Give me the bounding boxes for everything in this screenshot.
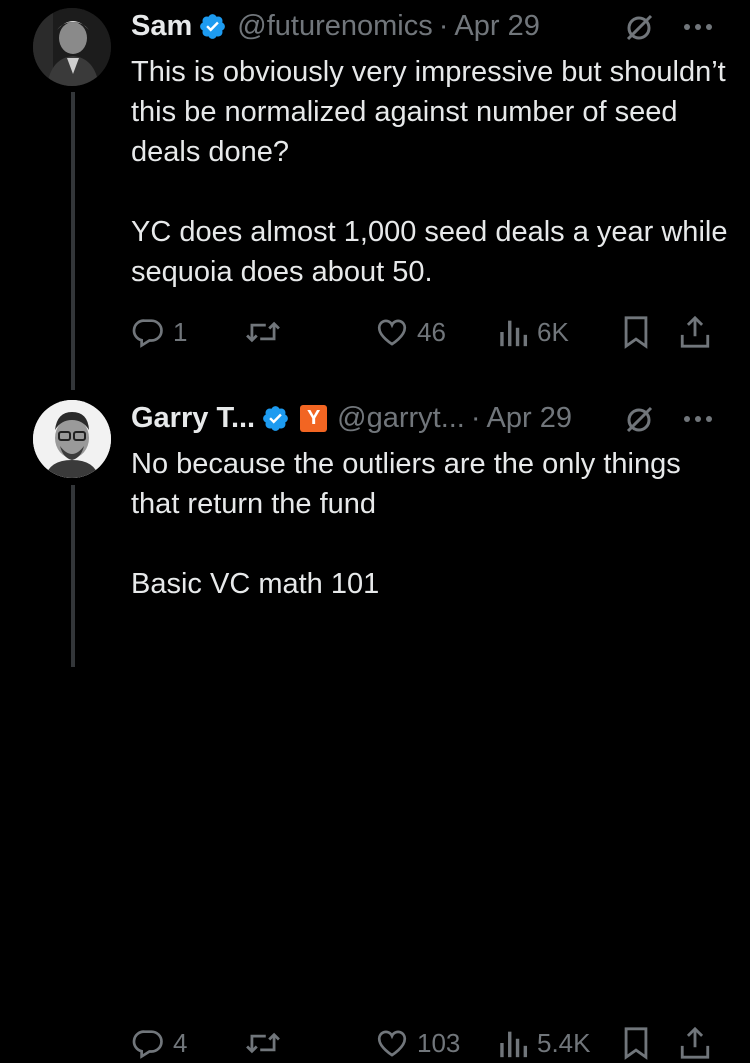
views-icon: [497, 1026, 529, 1060]
reply-count: 1: [173, 316, 188, 347]
like-button[interactable]: 103: [375, 1023, 460, 1063]
reply-icon: [131, 315, 165, 349]
thread-line: [71, 485, 75, 667]
view-count: 5.4K: [537, 1027, 591, 1058]
grok-icon[interactable]: [624, 13, 654, 43]
views-button[interactable]: 6K: [497, 312, 569, 352]
more-icon[interactable]: [680, 12, 716, 42]
reply-count: 4: [173, 1027, 188, 1058]
verified-badge-icon: [198, 12, 227, 41]
bookmark-icon: [621, 315, 651, 349]
retweet-icon: [245, 315, 281, 349]
reply-button[interactable]: 4: [131, 1023, 187, 1063]
bookmark-button[interactable]: [621, 1023, 651, 1063]
display-name[interactable]: Garry T...: [131, 402, 255, 435]
tweet-paragraph: No because the outliers are the only thi…: [131, 448, 681, 520]
like-icon: [375, 1026, 409, 1060]
tweet-text: No because the outliers are the only thi…: [131, 444, 731, 604]
handle[interactable]: @garryt...: [337, 402, 465, 435]
retweet-button[interactable]: [245, 312, 289, 352]
like-button[interactable]: 46: [375, 312, 446, 352]
timestamp[interactable]: Apr 29: [454, 10, 539, 43]
more-icon[interactable]: [680, 404, 716, 434]
tweet-actions: 4 103 5.4K: [131, 1023, 721, 1063]
reply-button[interactable]: 1: [131, 312, 187, 352]
like-icon: [375, 315, 409, 349]
thread-line: [71, 92, 75, 390]
share-button[interactable]: [679, 312, 711, 352]
tweet-paragraph: YC does almost 1,000 seed deals a year w…: [131, 216, 728, 288]
separator: ·: [470, 401, 481, 434]
tweet-paragraph: This is obviously very impressive but sh…: [131, 56, 726, 168]
handle[interactable]: @futurenomics: [237, 10, 432, 43]
tweet-header: Garry T... Y @garryt... · Apr 29: [131, 398, 572, 438]
display-name[interactable]: Sam: [131, 10, 192, 43]
timestamp[interactable]: Apr 29: [487, 402, 572, 435]
reply-icon: [131, 1026, 165, 1060]
share-button[interactable]: [679, 1023, 711, 1063]
verified-badge-icon: [261, 404, 290, 433]
like-count: 46: [417, 316, 446, 347]
yc-badge-icon[interactable]: Y: [300, 404, 328, 432]
separator: ·: [438, 9, 449, 42]
views-icon: [497, 315, 529, 349]
tweet-paragraph: Basic VC math 101: [131, 568, 380, 600]
retweet-button[interactable]: [245, 1023, 289, 1063]
tweet-text: This is obviously very impressive but sh…: [131, 52, 731, 292]
share-icon: [679, 315, 711, 349]
bookmark-button[interactable]: [621, 312, 651, 352]
like-count: 103: [417, 1027, 461, 1058]
bookmark-icon: [621, 1026, 651, 1060]
view-count: 6K: [537, 316, 569, 347]
avatar[interactable]: [33, 8, 111, 86]
retweet-icon: [245, 1026, 281, 1060]
tweet-actions: 1 46 6K: [131, 312, 721, 352]
grok-icon[interactable]: [624, 405, 654, 435]
avatar[interactable]: [33, 400, 111, 478]
tweet-header: Sam @futurenomics · Apr 29: [131, 6, 540, 46]
share-icon: [679, 1026, 711, 1060]
views-button[interactable]: 5.4K: [497, 1023, 591, 1063]
